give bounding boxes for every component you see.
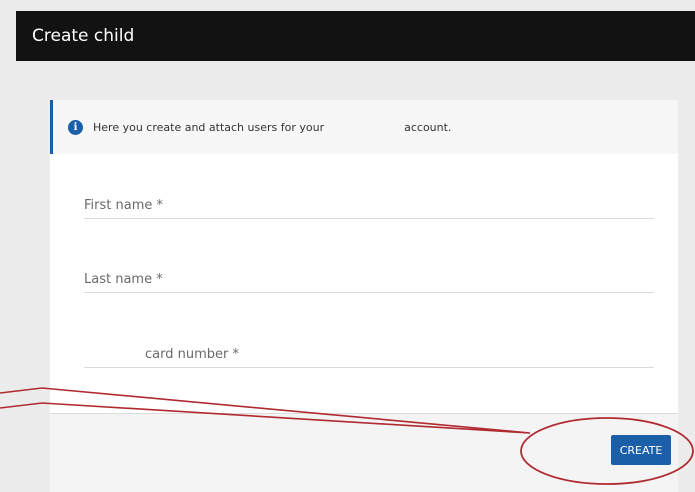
info-text: Here you create and attach users for you…	[93, 120, 325, 134]
info-icon: i	[68, 119, 83, 135]
dialog-header: Create child	[16, 11, 695, 61]
last-name-field[interactable]	[84, 267, 654, 293]
info-banner: i Here you create and attach users for y…	[50, 100, 678, 154]
card-number-input[interactable]	[84, 347, 654, 362]
card-number-field[interactable]	[84, 342, 654, 368]
info-text-suffix: account.	[404, 120, 452, 134]
create-child-card: i Here you create and attach users for y…	[50, 100, 678, 492]
first-name-input[interactable]	[84, 198, 654, 213]
card-footer	[50, 413, 678, 492]
first-name-field[interactable]	[84, 193, 654, 219]
last-name-input[interactable]	[84, 272, 654, 287]
dialog-title: Create child	[32, 26, 135, 46]
create-button[interactable]: CREATE	[611, 435, 671, 465]
dialog-body: i Here you create and attach users for y…	[16, 61, 695, 492]
